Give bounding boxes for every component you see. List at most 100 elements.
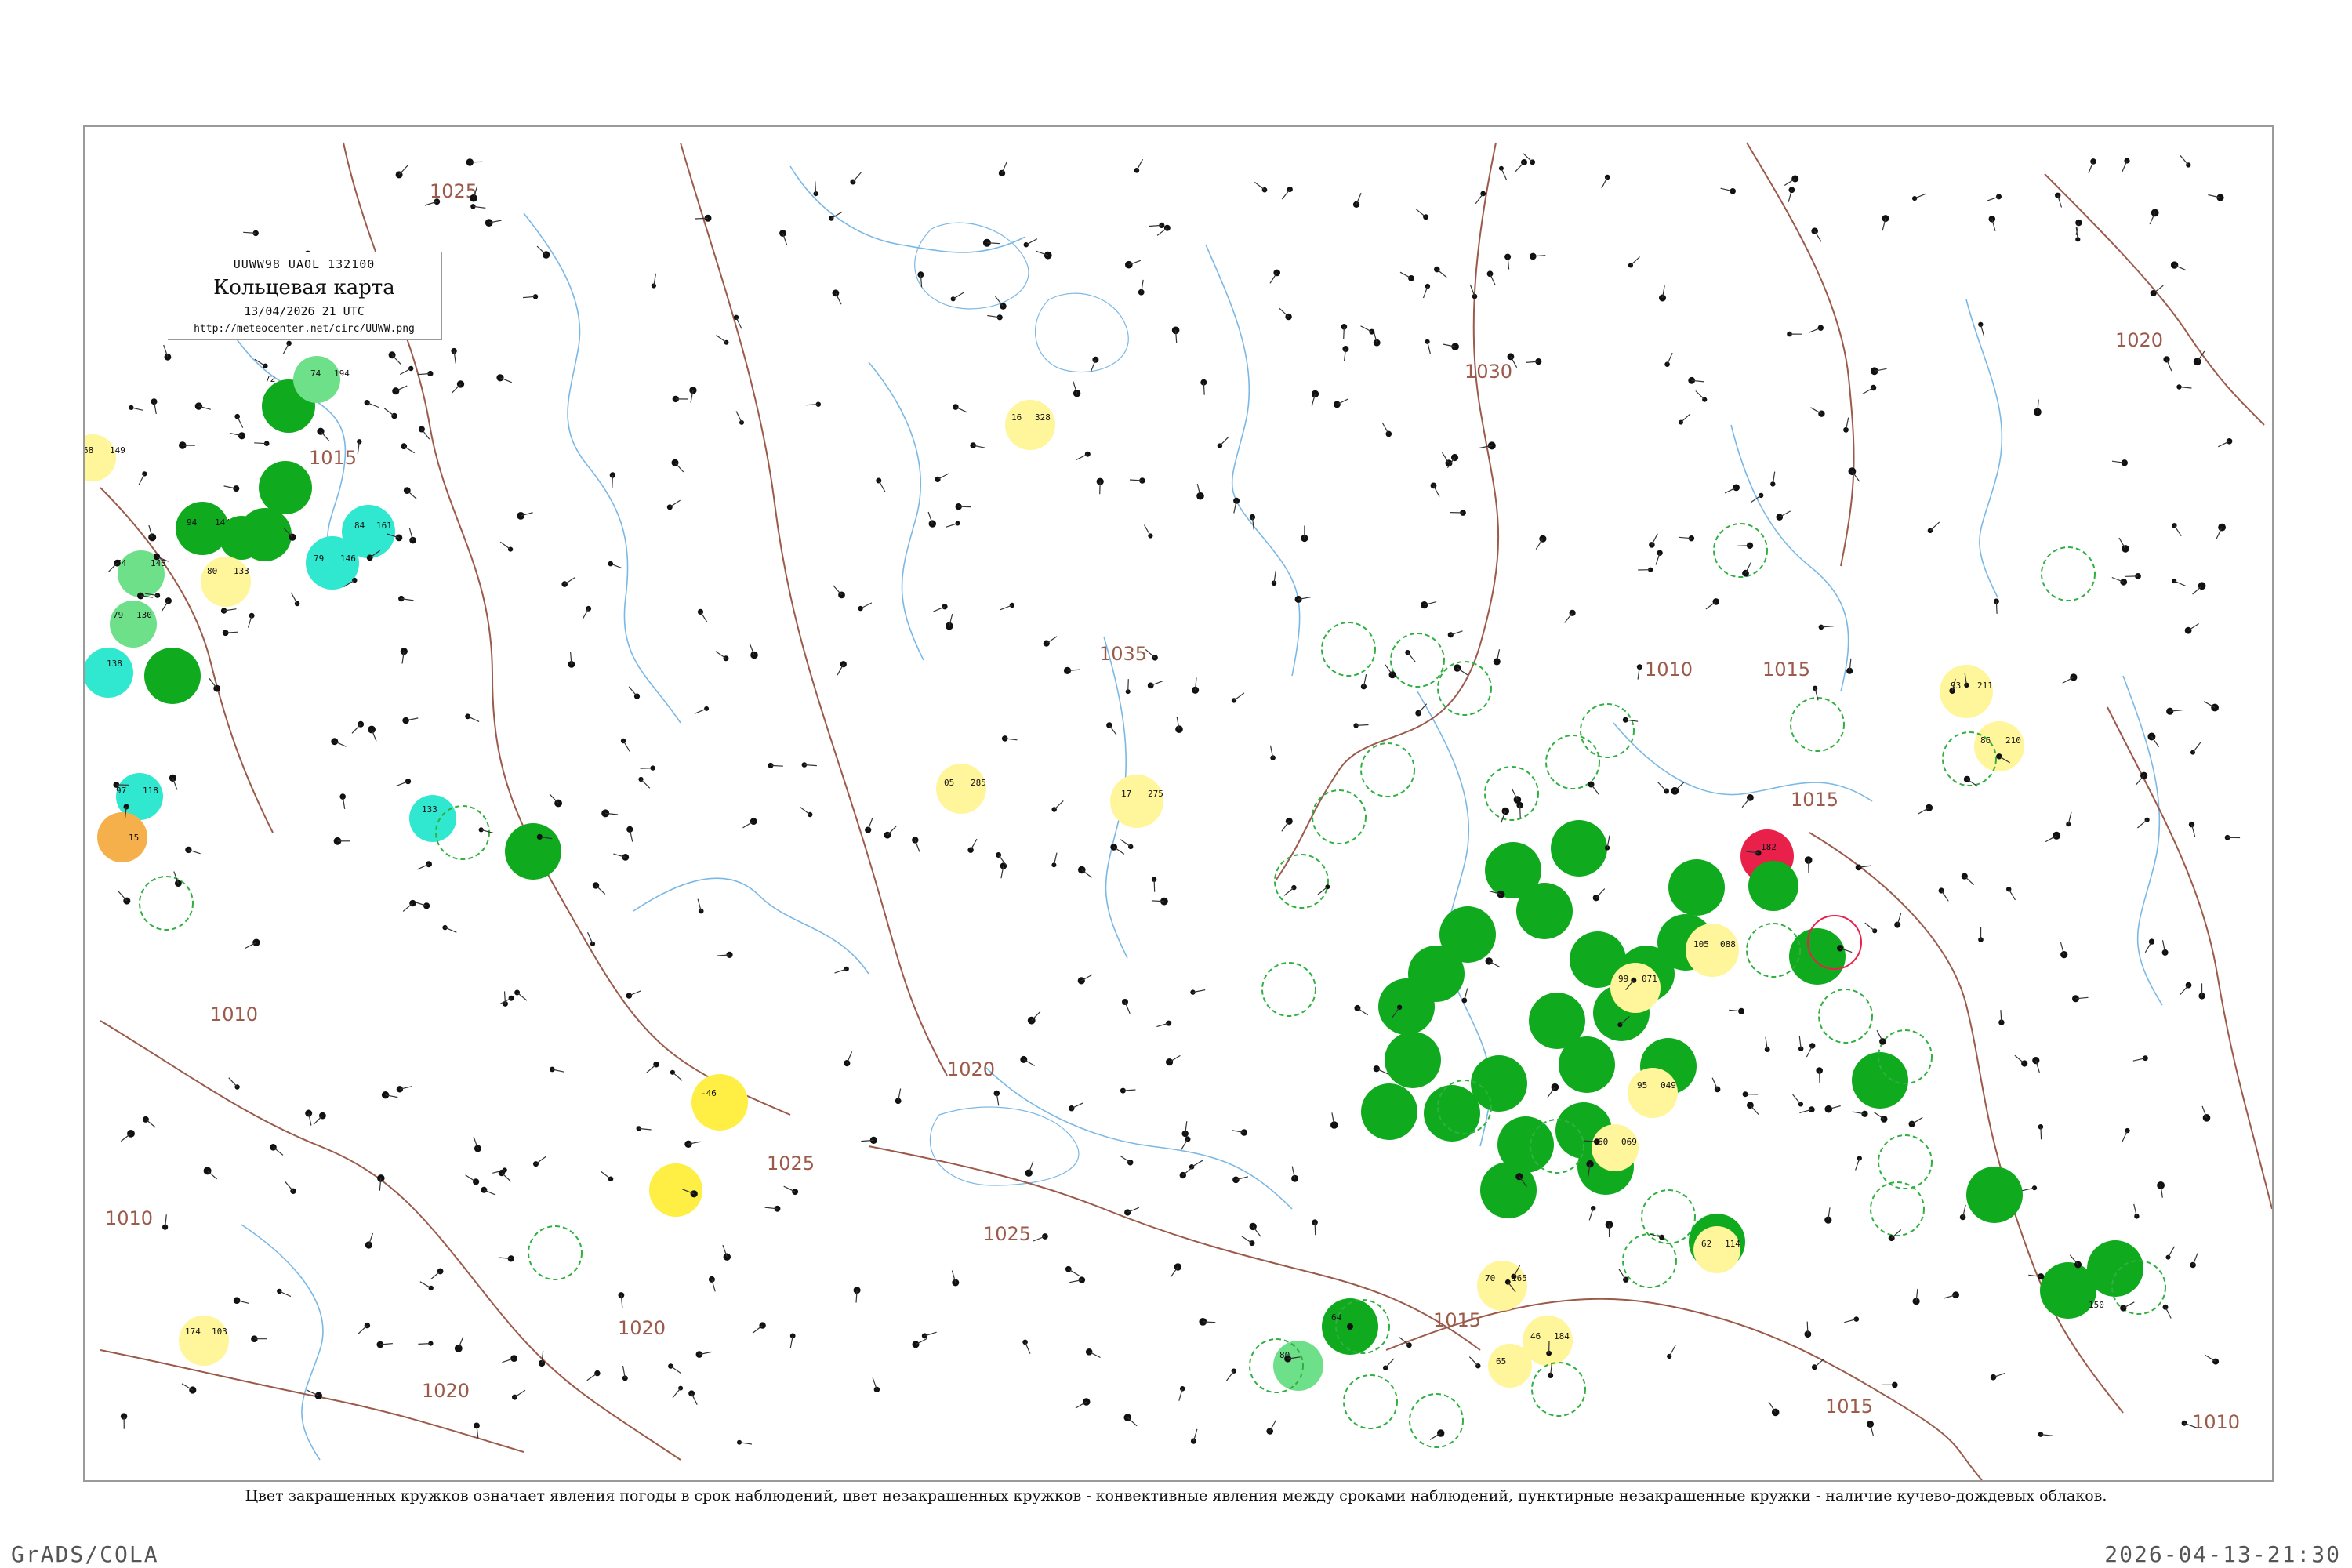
isobar-label: 1020	[618, 1317, 666, 1339]
wind-barb	[549, 793, 559, 804]
wind-barb	[2167, 1246, 2176, 1258]
station-plot: 62 114	[1693, 1226, 1740, 1273]
wind-barb	[640, 768, 653, 769]
wind-barb	[1501, 168, 1508, 180]
source-url[interactable]: http://meteocenter.net/circ/UUWW.png	[168, 323, 441, 335]
wind-barb	[1432, 485, 1440, 497]
wind-barb	[1381, 423, 1389, 434]
weather-circle	[1940, 665, 1993, 718]
wind-barb	[1252, 1226, 1261, 1237]
wind-barb	[595, 885, 606, 895]
station-dot	[1385, 430, 1392, 437]
station-temp: 182	[1761, 842, 1777, 852]
wind-barb	[672, 1388, 681, 1399]
weather-circle	[1488, 1344, 1532, 1388]
station-dot	[733, 314, 739, 320]
station-temp: 79	[113, 610, 123, 620]
station-temp: 68	[85, 445, 93, 456]
station-plot: 86 210	[1974, 721, 2024, 771]
wind-barb	[2180, 154, 2189, 165]
wind-barb	[622, 740, 630, 753]
weather-circle	[85, 434, 116, 481]
station-plot: 79 146	[306, 536, 359, 590]
wind-barb	[695, 217, 709, 220]
isobar-label: 1015	[1825, 1396, 1873, 1417]
wind-barb	[837, 663, 844, 676]
wind-barb	[953, 292, 964, 299]
station-temp: 95	[1637, 1080, 1647, 1091]
wind-barb	[351, 724, 361, 734]
wind-barb	[1911, 1116, 1923, 1125]
title-box: UUWW98 UAOL 132100 Кольцевая карта 13/04…	[168, 252, 442, 340]
wind-barb	[586, 931, 593, 945]
wind-barb	[1180, 1138, 1189, 1151]
wind-barb	[1457, 667, 1468, 676]
wind-barb	[670, 1366, 681, 1374]
isobar-label: 1020	[947, 1058, 995, 1080]
isobar-label: 1010	[1645, 659, 1693, 681]
station-dot	[1425, 283, 1431, 289]
station-dot	[517, 512, 525, 520]
wind-barb	[1422, 285, 1428, 299]
wind-barb	[2135, 775, 2145, 786]
wind-barb	[1025, 1341, 1031, 1354]
wind-barb	[396, 781, 408, 786]
isobar-label: 1010	[210, 1004, 258, 1025]
station-temp: 62	[1701, 1239, 1711, 1249]
wind-barb	[120, 1133, 132, 1142]
weather-circle	[179, 1316, 229, 1366]
station-plot: 95 049	[1628, 1068, 1678, 1118]
wind-barb	[1113, 846, 1125, 855]
wind-barb	[279, 1290, 292, 1298]
station-dot	[1125, 260, 1133, 269]
wind-barb	[536, 245, 547, 256]
station-dot	[194, 402, 203, 410]
wind-barb	[564, 576, 575, 585]
wind-barb	[1343, 326, 1345, 339]
station-temp: 15	[129, 833, 139, 843]
wind-barb	[1151, 900, 1164, 902]
station-dot	[2032, 1057, 2040, 1065]
station-dot	[1023, 242, 1029, 248]
station-temp: 74	[310, 368, 321, 379]
station-plot: 105 088	[1686, 924, 1739, 977]
wind-barb	[1314, 1222, 1316, 1236]
wind-barb	[451, 383, 461, 394]
wind-barb	[674, 462, 684, 473]
station-plot: 80	[1273, 1341, 1323, 1391]
wind-barb	[1417, 703, 1428, 713]
wind-barb	[2151, 736, 2160, 748]
wind-barb	[887, 826, 897, 836]
station-dot	[586, 605, 592, 612]
station-layer: 72194 74194 68149 94144 84161 79146 8013…	[85, 356, 2166, 1448]
wind-barb	[366, 402, 379, 408]
station-dot	[1447, 632, 1454, 638]
station-dot	[666, 504, 673, 510]
station-dot	[1232, 1176, 1240, 1184]
weather-circle	[293, 356, 340, 403]
station-pressure: 118	[143, 786, 158, 796]
station-dot	[1659, 1234, 1665, 1240]
weather-circle	[1852, 1052, 1908, 1109]
wind-barb	[228, 1077, 238, 1087]
wind-barb	[313, 1115, 323, 1125]
wind-barb	[1995, 601, 1998, 614]
wind-barb	[406, 490, 417, 499]
wind-barb	[391, 354, 401, 365]
wind-barb	[1475, 193, 1484, 205]
isobar-label: 1020	[422, 1380, 470, 1402]
station-plot: -46	[691, 1074, 748, 1131]
wind-barb	[970, 838, 978, 851]
station-temp: 150	[2089, 1300, 2104, 1310]
weather-circle	[259, 461, 312, 514]
station-dot	[277, 1288, 282, 1294]
wind-barb	[716, 335, 727, 343]
station-dot	[364, 400, 370, 406]
station-temp: 80	[207, 566, 217, 576]
weather-circle	[1974, 721, 2024, 771]
weather-circle	[1361, 1083, 1417, 1140]
wind-barb	[1385, 1358, 1395, 1369]
weather-circle	[85, 648, 133, 698]
wind-barb	[399, 368, 412, 376]
wind-barb	[1269, 272, 1278, 284]
